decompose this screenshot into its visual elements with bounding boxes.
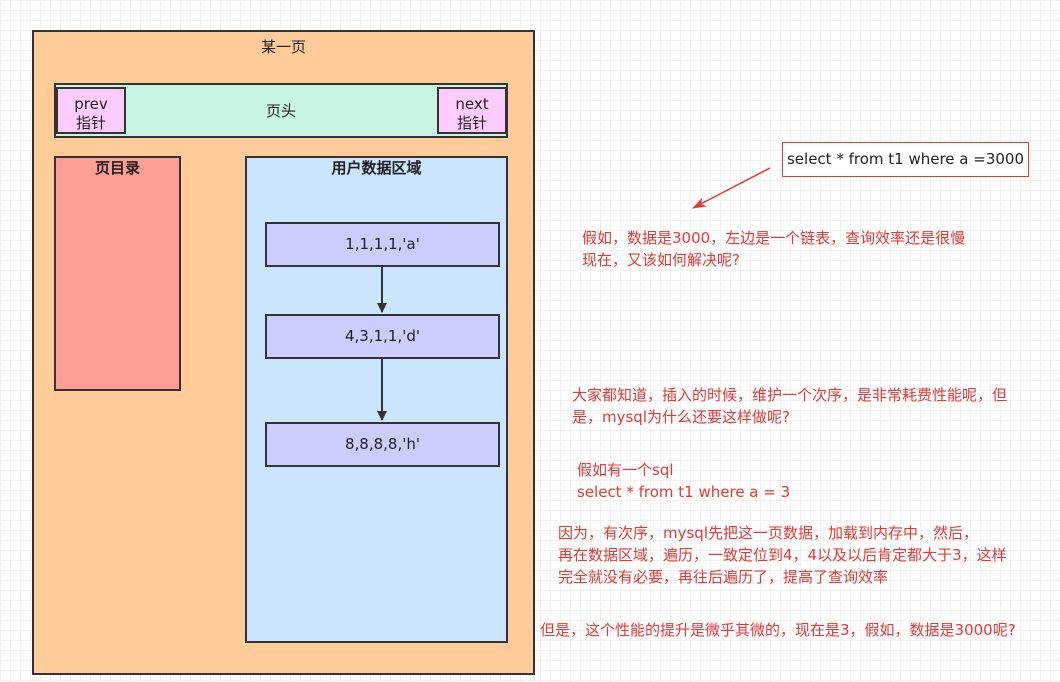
annotation-line: 假如有一个sql: [577, 461, 674, 479]
annotation-slow-linked-list: 假如，数据是3000，左边是一个链表，查询效率还是很慢 现在，又该如何解决呢?: [582, 227, 965, 271]
annotation-line: 再在数据区域，遍历，一致定位到4，4以及以后肯定都大于3，这样: [558, 546, 1007, 564]
user-data-area-label: 用户数据区域: [331, 159, 422, 177]
next-pointer-label: next: [455, 95, 489, 113]
page-directory-box: [54, 156, 181, 391]
annotation-line: 完全就没有必要，再往后遍历了，提高了查询效率: [558, 568, 889, 586]
annotation-line: 因为，有次序，mysql先把这一页数据，加载到内存中，然后，: [558, 524, 978, 542]
annotation-line: select * from t1 where a = 3: [577, 483, 791, 501]
page-directory-label: 页目录: [94, 159, 140, 177]
next-pointer-box: next 指针: [437, 87, 507, 134]
annotation-line: 是，mysql为什么还要这样做呢?: [572, 408, 790, 426]
page-title: 某一页: [260, 38, 306, 56]
prev-pointer-label: prev: [74, 95, 108, 113]
annotation-example-sql: 假如有一个sql select * from t1 where a = 3: [577, 459, 790, 503]
prev-pointer-sublabel: 指针: [75, 114, 106, 132]
annotation-why-keep-order: 大家都知道，插入的时候，维护一个次序，是非常耗费性能呢，但 是，mysql为什么…: [572, 384, 1007, 428]
annotation-ordered-scan-explanation: 因为，有次序，mysql先把这一页数据，加载到内存中，然后， 再在数据区域，遍历…: [558, 522, 1007, 588]
record-box: 1,1,1,1,'a': [265, 222, 500, 267]
record-box: 4,3,1,1,'d': [265, 314, 500, 359]
record-box: 8,8,8,8,'h': [265, 422, 500, 467]
annotation-line: 大家都知道，插入的时候，维护一个次序，是非常耗费性能呢，但: [572, 386, 1008, 404]
annotation-line: 假如，数据是3000，左边是一个链表，查询效率还是很慢: [582, 229, 966, 247]
arrow-query-to-page: [692, 167, 771, 209]
annotation-line: 但是，这个性能的提升是微乎其微的，现在是3，假如，数据是3000呢?: [540, 621, 1016, 639]
next-pointer-sublabel: 指针: [456, 114, 487, 132]
annotation-line: 现在，又该如何解决呢?: [582, 251, 740, 269]
annotation-marginal-gain: 但是，这个性能的提升是微乎其微的，现在是3，假如，数据是3000呢?: [540, 619, 1016, 641]
prev-pointer-box: prev 指针: [56, 87, 126, 134]
query-box: select * from t1 where a =3000: [782, 142, 1029, 177]
